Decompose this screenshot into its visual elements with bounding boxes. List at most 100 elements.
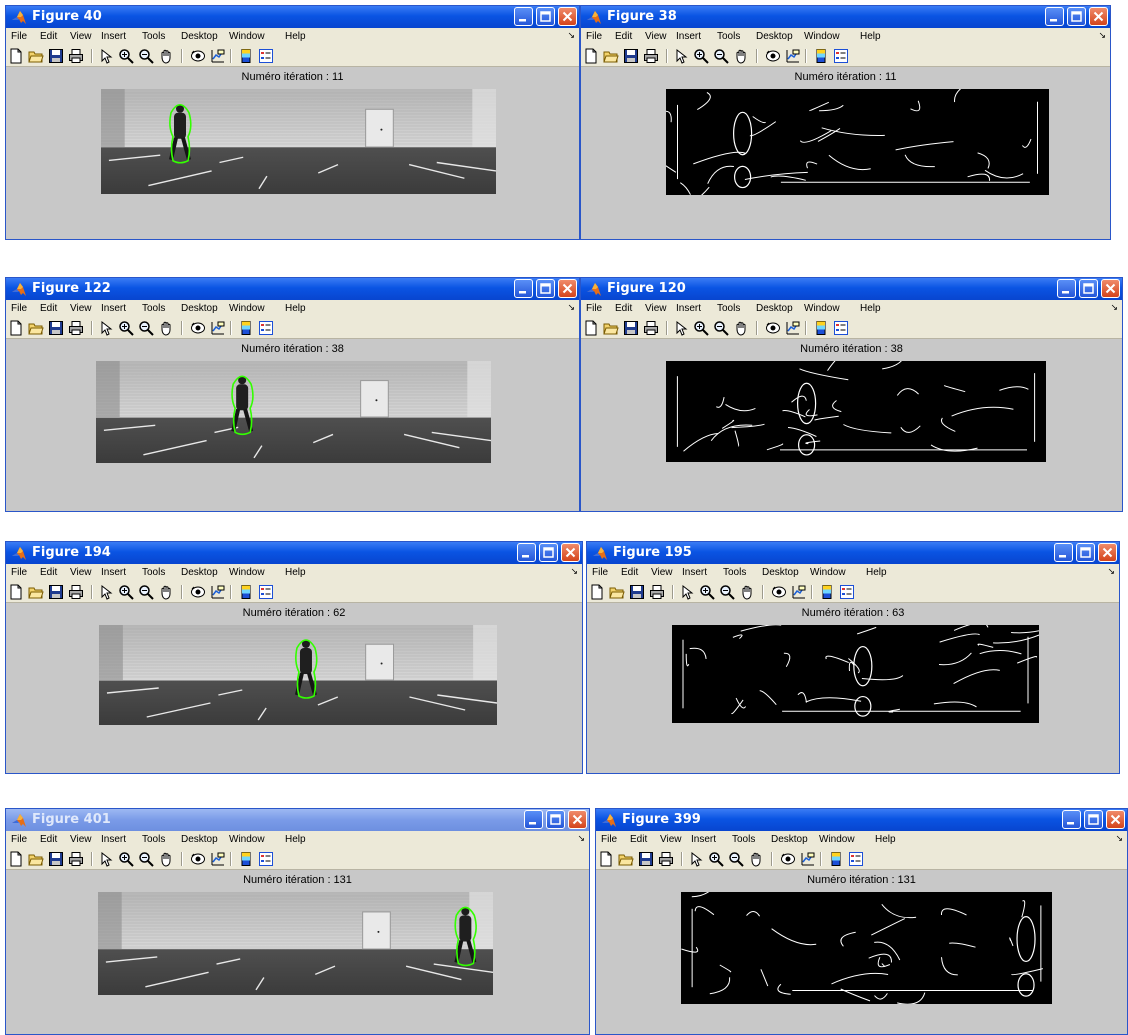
- menu-file[interactable]: File: [586, 303, 602, 314]
- menu-tools[interactable]: Tools: [142, 31, 165, 42]
- menu-help[interactable]: Help: [285, 834, 306, 845]
- figure-window-left[interactable]: Figure 401 File Edit View Insert Tools Desktop…: [5, 808, 590, 1035]
- menu-window[interactable]: Window: [804, 31, 840, 42]
- window-title-bar[interactable]: Figure 195: [587, 542, 1119, 564]
- close-button[interactable]: [568, 810, 587, 829]
- menu-view[interactable]: View: [645, 303, 667, 314]
- close-button[interactable]: [1106, 810, 1125, 829]
- minimize-button[interactable]: [517, 543, 536, 562]
- menu-tools[interactable]: Tools: [142, 567, 165, 578]
- rotate-3d-icon[interactable]: [765, 48, 781, 64]
- open-folder-icon[interactable]: [28, 584, 44, 600]
- menu-edit[interactable]: Edit: [40, 303, 57, 314]
- maximize-button[interactable]: [536, 279, 555, 298]
- pan-hand-icon[interactable]: [733, 48, 749, 64]
- pan-hand-icon[interactable]: [748, 851, 764, 867]
- maximize-button[interactable]: [1079, 279, 1098, 298]
- colorbar-icon[interactable]: [813, 48, 829, 64]
- menu-insert[interactable]: Insert: [101, 31, 126, 42]
- print-icon[interactable]: [68, 584, 84, 600]
- menu-file[interactable]: File: [11, 567, 27, 578]
- figure-window-right[interactable]: Figure 399 File Edit View Insert Tools Desktop…: [595, 808, 1128, 1035]
- menu-help[interactable]: Help: [285, 303, 306, 314]
- window-title-bar[interactable]: Figure 38: [581, 6, 1110, 28]
- menu-edit[interactable]: Edit: [40, 31, 57, 42]
- menu-insert[interactable]: Insert: [691, 834, 716, 845]
- menu-desktop[interactable]: Desktop: [181, 834, 218, 845]
- figure-window-left[interactable]: Figure 122 File Edit View Insert Tools Desktop…: [5, 277, 580, 512]
- maximize-button[interactable]: [546, 810, 565, 829]
- pointer-icon[interactable]: [688, 851, 704, 867]
- data-cursor-icon[interactable]: [210, 851, 226, 867]
- print-icon[interactable]: [643, 320, 659, 336]
- menu-help[interactable]: Help: [875, 834, 896, 845]
- pointer-icon[interactable]: [98, 851, 114, 867]
- data-cursor-icon[interactable]: [800, 851, 816, 867]
- menu-file[interactable]: File: [11, 303, 27, 314]
- menu-edit[interactable]: Edit: [630, 834, 647, 845]
- maximize-button[interactable]: [1076, 543, 1095, 562]
- window-title-bar[interactable]: Figure 401: [6, 809, 589, 831]
- window-title-bar[interactable]: Figure 399: [596, 809, 1127, 831]
- open-folder-icon[interactable]: [603, 48, 619, 64]
- pan-hand-icon[interactable]: [739, 584, 755, 600]
- window-title-bar[interactable]: Figure 120: [581, 278, 1122, 300]
- zoom-out-icon[interactable]: [138, 320, 154, 336]
- menu-help[interactable]: Help: [285, 31, 306, 42]
- zoom-out-icon[interactable]: [728, 851, 744, 867]
- zoom-in-icon[interactable]: [693, 48, 709, 64]
- menu-help[interactable]: Help: [860, 31, 881, 42]
- print-icon[interactable]: [68, 48, 84, 64]
- rotate-3d-icon[interactable]: [190, 48, 206, 64]
- legend-icon[interactable]: [833, 320, 849, 336]
- menu-edit[interactable]: Edit: [615, 31, 632, 42]
- menu-desktop[interactable]: Desktop: [762, 567, 799, 578]
- zoom-out-icon[interactable]: [138, 48, 154, 64]
- legend-icon[interactable]: [258, 320, 274, 336]
- rotate-3d-icon[interactable]: [190, 584, 206, 600]
- menu-edit[interactable]: Edit: [621, 567, 638, 578]
- zoom-in-icon[interactable]: [118, 584, 134, 600]
- menu-tools[interactable]: Tools: [723, 567, 746, 578]
- data-cursor-icon[interactable]: [791, 584, 807, 600]
- minimize-button[interactable]: [1054, 543, 1073, 562]
- figure-window-left[interactable]: Figure 40 File Edit View Insert Tools Desktop W…: [5, 5, 580, 240]
- close-button[interactable]: [1098, 543, 1117, 562]
- rotate-3d-icon[interactable]: [190, 320, 206, 336]
- menu-desktop[interactable]: Desktop: [756, 303, 793, 314]
- save-icon[interactable]: [623, 48, 639, 64]
- data-cursor-icon[interactable]: [210, 48, 226, 64]
- new-file-icon[interactable]: [8, 584, 24, 600]
- zoom-out-icon[interactable]: [138, 851, 154, 867]
- maximize-button[interactable]: [536, 7, 555, 26]
- new-file-icon[interactable]: [583, 48, 599, 64]
- save-icon[interactable]: [629, 584, 645, 600]
- zoom-in-icon[interactable]: [708, 851, 724, 867]
- data-cursor-icon[interactable]: [210, 320, 226, 336]
- window-title-bar[interactable]: Figure 194: [6, 542, 582, 564]
- pointer-icon[interactable]: [98, 320, 114, 336]
- menu-tools[interactable]: Tools: [142, 303, 165, 314]
- open-folder-icon[interactable]: [28, 48, 44, 64]
- open-folder-icon[interactable]: [603, 320, 619, 336]
- menu-insert[interactable]: Insert: [682, 567, 707, 578]
- menu-view[interactable]: View: [651, 567, 673, 578]
- menu-desktop[interactable]: Desktop: [181, 31, 218, 42]
- save-icon[interactable]: [48, 320, 64, 336]
- minimize-button[interactable]: [524, 810, 543, 829]
- print-icon[interactable]: [649, 584, 665, 600]
- minimize-button[interactable]: [1057, 279, 1076, 298]
- menu-insert[interactable]: Insert: [676, 31, 701, 42]
- zoom-in-icon[interactable]: [693, 320, 709, 336]
- new-file-icon[interactable]: [8, 851, 24, 867]
- menu-view[interactable]: View: [660, 834, 682, 845]
- colorbar-icon[interactable]: [828, 851, 844, 867]
- menu-view[interactable]: View: [70, 303, 92, 314]
- zoom-out-icon[interactable]: [713, 320, 729, 336]
- colorbar-icon[interactable]: [238, 851, 254, 867]
- menu-desktop[interactable]: Desktop: [771, 834, 808, 845]
- menu-desktop[interactable]: Desktop: [181, 303, 218, 314]
- legend-icon[interactable]: [258, 48, 274, 64]
- open-folder-icon[interactable]: [609, 584, 625, 600]
- minimize-button[interactable]: [1045, 7, 1064, 26]
